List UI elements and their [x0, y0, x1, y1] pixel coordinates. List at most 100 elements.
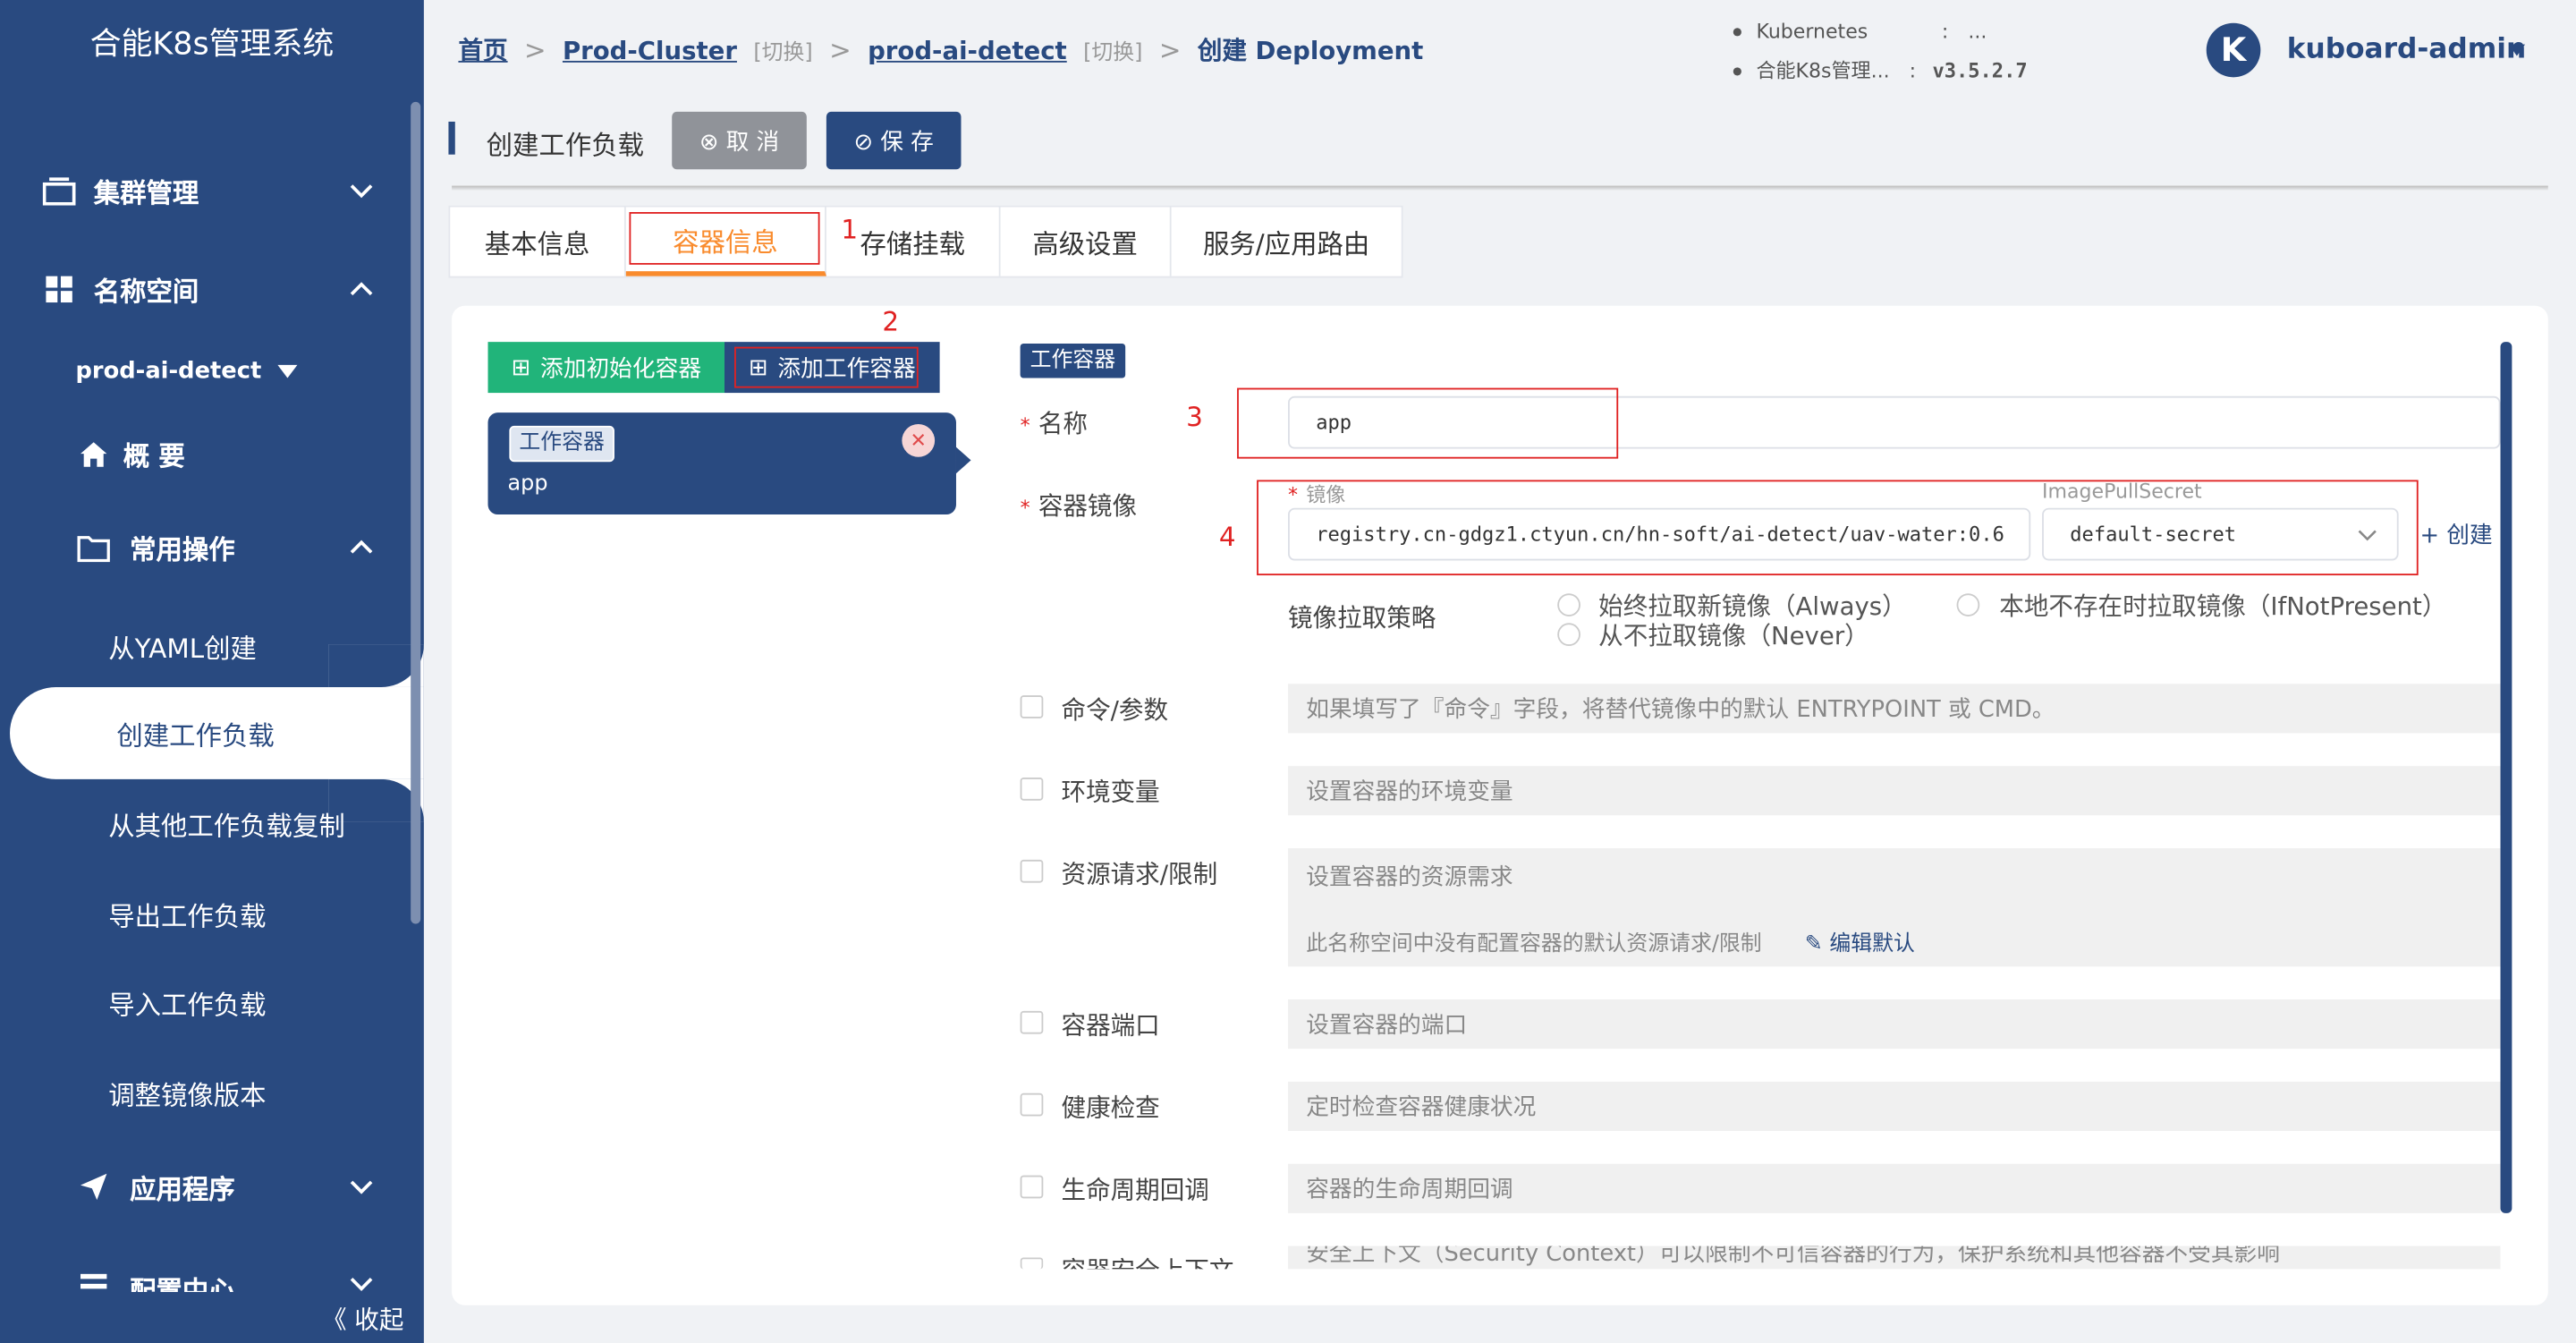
annotation-number-4: 4: [1218, 521, 1236, 553]
annotation-box-2: [734, 346, 919, 388]
sidebar-cut-item: [43, 82, 208, 102]
caret-down-icon: [277, 364, 298, 378]
namespace-label: prod-ai-detect: [75, 358, 262, 385]
grid-icon: [43, 273, 76, 306]
sidebar: 合能K8s管理系统 集群管理 名称空间 prod-ai-detect 概 要 常…: [0, 0, 424, 1343]
sidebar-sub-adjust-image[interactable]: 调整镜像版本: [108, 1074, 266, 1113]
breadcrumb: 首页 > Prod-Cluster [切换] > prod-ai-detect …: [458, 33, 1423, 68]
chevron-right-icon: >: [523, 34, 547, 66]
annotation-box-3: [1237, 387, 1619, 459]
sidebar-item-label: 应用程序: [130, 1173, 235, 1205]
tab-basic-info[interactable]: 基本信息: [450, 207, 626, 276]
breadcrumb-home[interactable]: 首页: [458, 33, 507, 68]
security-label: 容器安全上下文: [1062, 1253, 1234, 1270]
sidebar-scrollbar[interactable]: [411, 101, 421, 924]
avatar[interactable]: K: [2206, 22, 2261, 78]
sidebar-item-applications[interactable]: 应用程序: [0, 1154, 424, 1220]
resources-field[interactable]: 设置容器的资源需求 此名称空间中没有配置容器的默认资源请求/限制 ✎ 编辑默认: [1288, 847, 2501, 967]
annotation-box-4: [1257, 480, 2419, 576]
lifecycle-label: 生命周期回调: [1061, 1175, 1209, 1205]
version-system: 合能K8s管理...: v3.5.2.7: [1733, 55, 2028, 83]
sidebar-sub-copy-workload[interactable]: 从其他工作负载复制: [108, 803, 345, 843]
cancel-button[interactable]: ⊗ 取 消: [672, 111, 807, 170]
health-field[interactable]: 定时检查容器健康状况: [1288, 1081, 2501, 1131]
tab-service-route[interactable]: 服务/应用路由: [1172, 207, 1402, 276]
sidebar-sub-create-workload[interactable]: 创建工作负载: [116, 713, 274, 752]
resources-placeholder: 设置容器的资源需求: [1306, 864, 1513, 891]
home-icon: [77, 438, 110, 471]
active-notch-top: [328, 644, 424, 687]
sidebar-item-namespace[interactable]: 名称空间: [0, 257, 424, 322]
sidebar-sub-export-workload[interactable]: 导出工作负载: [108, 894, 266, 933]
ports-label: 容器端口: [1061, 1010, 1160, 1041]
tab-bar: 基本信息 容器信息 存储挂载 高级设置 服务/应用路由: [448, 205, 1403, 278]
close-icon[interactable]: ✕: [902, 423, 936, 457]
ports-field[interactable]: 设置容器的端口: [1288, 999, 2501, 1050]
namespace-selector[interactable]: prod-ai-detect: [75, 358, 298, 385]
health-label: 健康检查: [1061, 1092, 1160, 1123]
chevron-down-icon: [350, 1278, 373, 1291]
send-icon: [77, 1170, 110, 1203]
tab-advanced[interactable]: 高级设置: [1001, 207, 1172, 276]
add-init-container-button[interactable]: ⊞ 添加初始化容器: [487, 342, 725, 394]
sidebar-item-overview[interactable]: 概 要: [0, 421, 424, 486]
card-pointer: [955, 446, 971, 474]
command-field[interactable]: 如果填写了『命令』字段，将替代镜像中的默认 ENTRYPOINT 或 CMD。: [1288, 684, 2501, 734]
security-checkbox[interactable]: [1020, 1257, 1044, 1270]
chevron-up-icon: [350, 540, 373, 554]
chevron-right-icon: >: [1158, 34, 1182, 66]
sidebar-item-cluster[interactable]: 集群管理: [0, 157, 424, 223]
switch-namespace-link[interactable]: [切换]: [1083, 35, 1142, 66]
resources-label: 资源请求/限制: [1061, 859, 1218, 889]
command-checkbox[interactable]: [1020, 695, 1044, 718]
image-label: * 容器镜像: [1020, 491, 1138, 522]
sidebar-item-common-ops[interactable]: 常用操作: [0, 514, 424, 580]
chevron-right-icon: >: [829, 34, 852, 66]
radio-always[interactable]: [1557, 593, 1580, 616]
lifecycle-field[interactable]: 容器的生命周期回调: [1288, 1163, 2501, 1213]
container-type-tag: 工作容器: [509, 425, 614, 463]
version-kubernetes: Kubernetes:...: [1733, 20, 1987, 43]
command-label: 命令/参数: [1061, 695, 1169, 726]
bullet-icon: [1733, 28, 1741, 37]
env-field[interactable]: 设置容器的环境变量: [1288, 766, 2501, 816]
sidebar-item-config[interactable]: 配置中心: [0, 1259, 424, 1292]
collapse-button[interactable]: 《 收起: [322, 1302, 403, 1337]
breadcrumb-cluster[interactable]: Prod-Cluster: [563, 35, 737, 64]
sidebar-sub-import-workload[interactable]: 导入工作负载: [108, 983, 266, 1023]
health-checkbox[interactable]: [1020, 1092, 1044, 1117]
create-secret-link[interactable]: + 创建: [2420, 518, 2499, 551]
radio-never-label: 从不拉取镜像（Never）: [1598, 621, 1869, 651]
caret-down-icon[interactable]: [2508, 44, 2526, 56]
annotation-box-1: [629, 211, 820, 265]
section-tag: 工作容器: [1020, 343, 1126, 378]
app-title: 合能K8s管理系统: [89, 26, 335, 63]
annotation-number-1: 1: [841, 213, 859, 245]
sidebar-sub-from-yaml[interactable]: 从YAML创建: [108, 626, 257, 666]
config-icon: [77, 1269, 110, 1292]
bullet-icon: [1733, 67, 1741, 76]
security-field[interactable]: 安全上下文（Security Context）可以限制不可信容器的行为，保护系统…: [1288, 1245, 2501, 1270]
sidebar-item-label: 常用操作: [130, 534, 235, 565]
container-name: app: [507, 472, 548, 497]
switch-cluster-link[interactable]: [切换]: [753, 35, 812, 66]
user-name[interactable]: kuboard-admin: [2287, 33, 2526, 66]
annotation-number-2: 2: [882, 305, 900, 337]
edit-default-link[interactable]: ✎ 编辑默认: [1805, 932, 1915, 957]
sidebar-item-label: 名称空间: [93, 276, 199, 308]
form-scrollbar[interactable]: [2500, 342, 2512, 1213]
env-label: 环境变量: [1061, 777, 1160, 808]
folder-icon: [77, 531, 110, 564]
env-checkbox[interactable]: [1020, 777, 1044, 801]
sidebar-item-label: 集群管理: [93, 177, 199, 209]
radio-if-not-present[interactable]: [1956, 593, 1980, 616]
breadcrumb-namespace[interactable]: prod-ai-detect: [868, 35, 1067, 64]
page-title: 创建工作负载: [486, 130, 645, 162]
name-label: * 名称: [1020, 409, 1088, 439]
resources-checkbox[interactable]: [1020, 859, 1044, 883]
save-button[interactable]: ⊘ 保 存: [826, 111, 962, 170]
ports-checkbox[interactable]: [1020, 1010, 1044, 1034]
radio-never[interactable]: [1557, 623, 1580, 647]
lifecycle-checkbox[interactable]: [1020, 1175, 1044, 1199]
file-plus-icon: ⊞: [511, 353, 531, 381]
